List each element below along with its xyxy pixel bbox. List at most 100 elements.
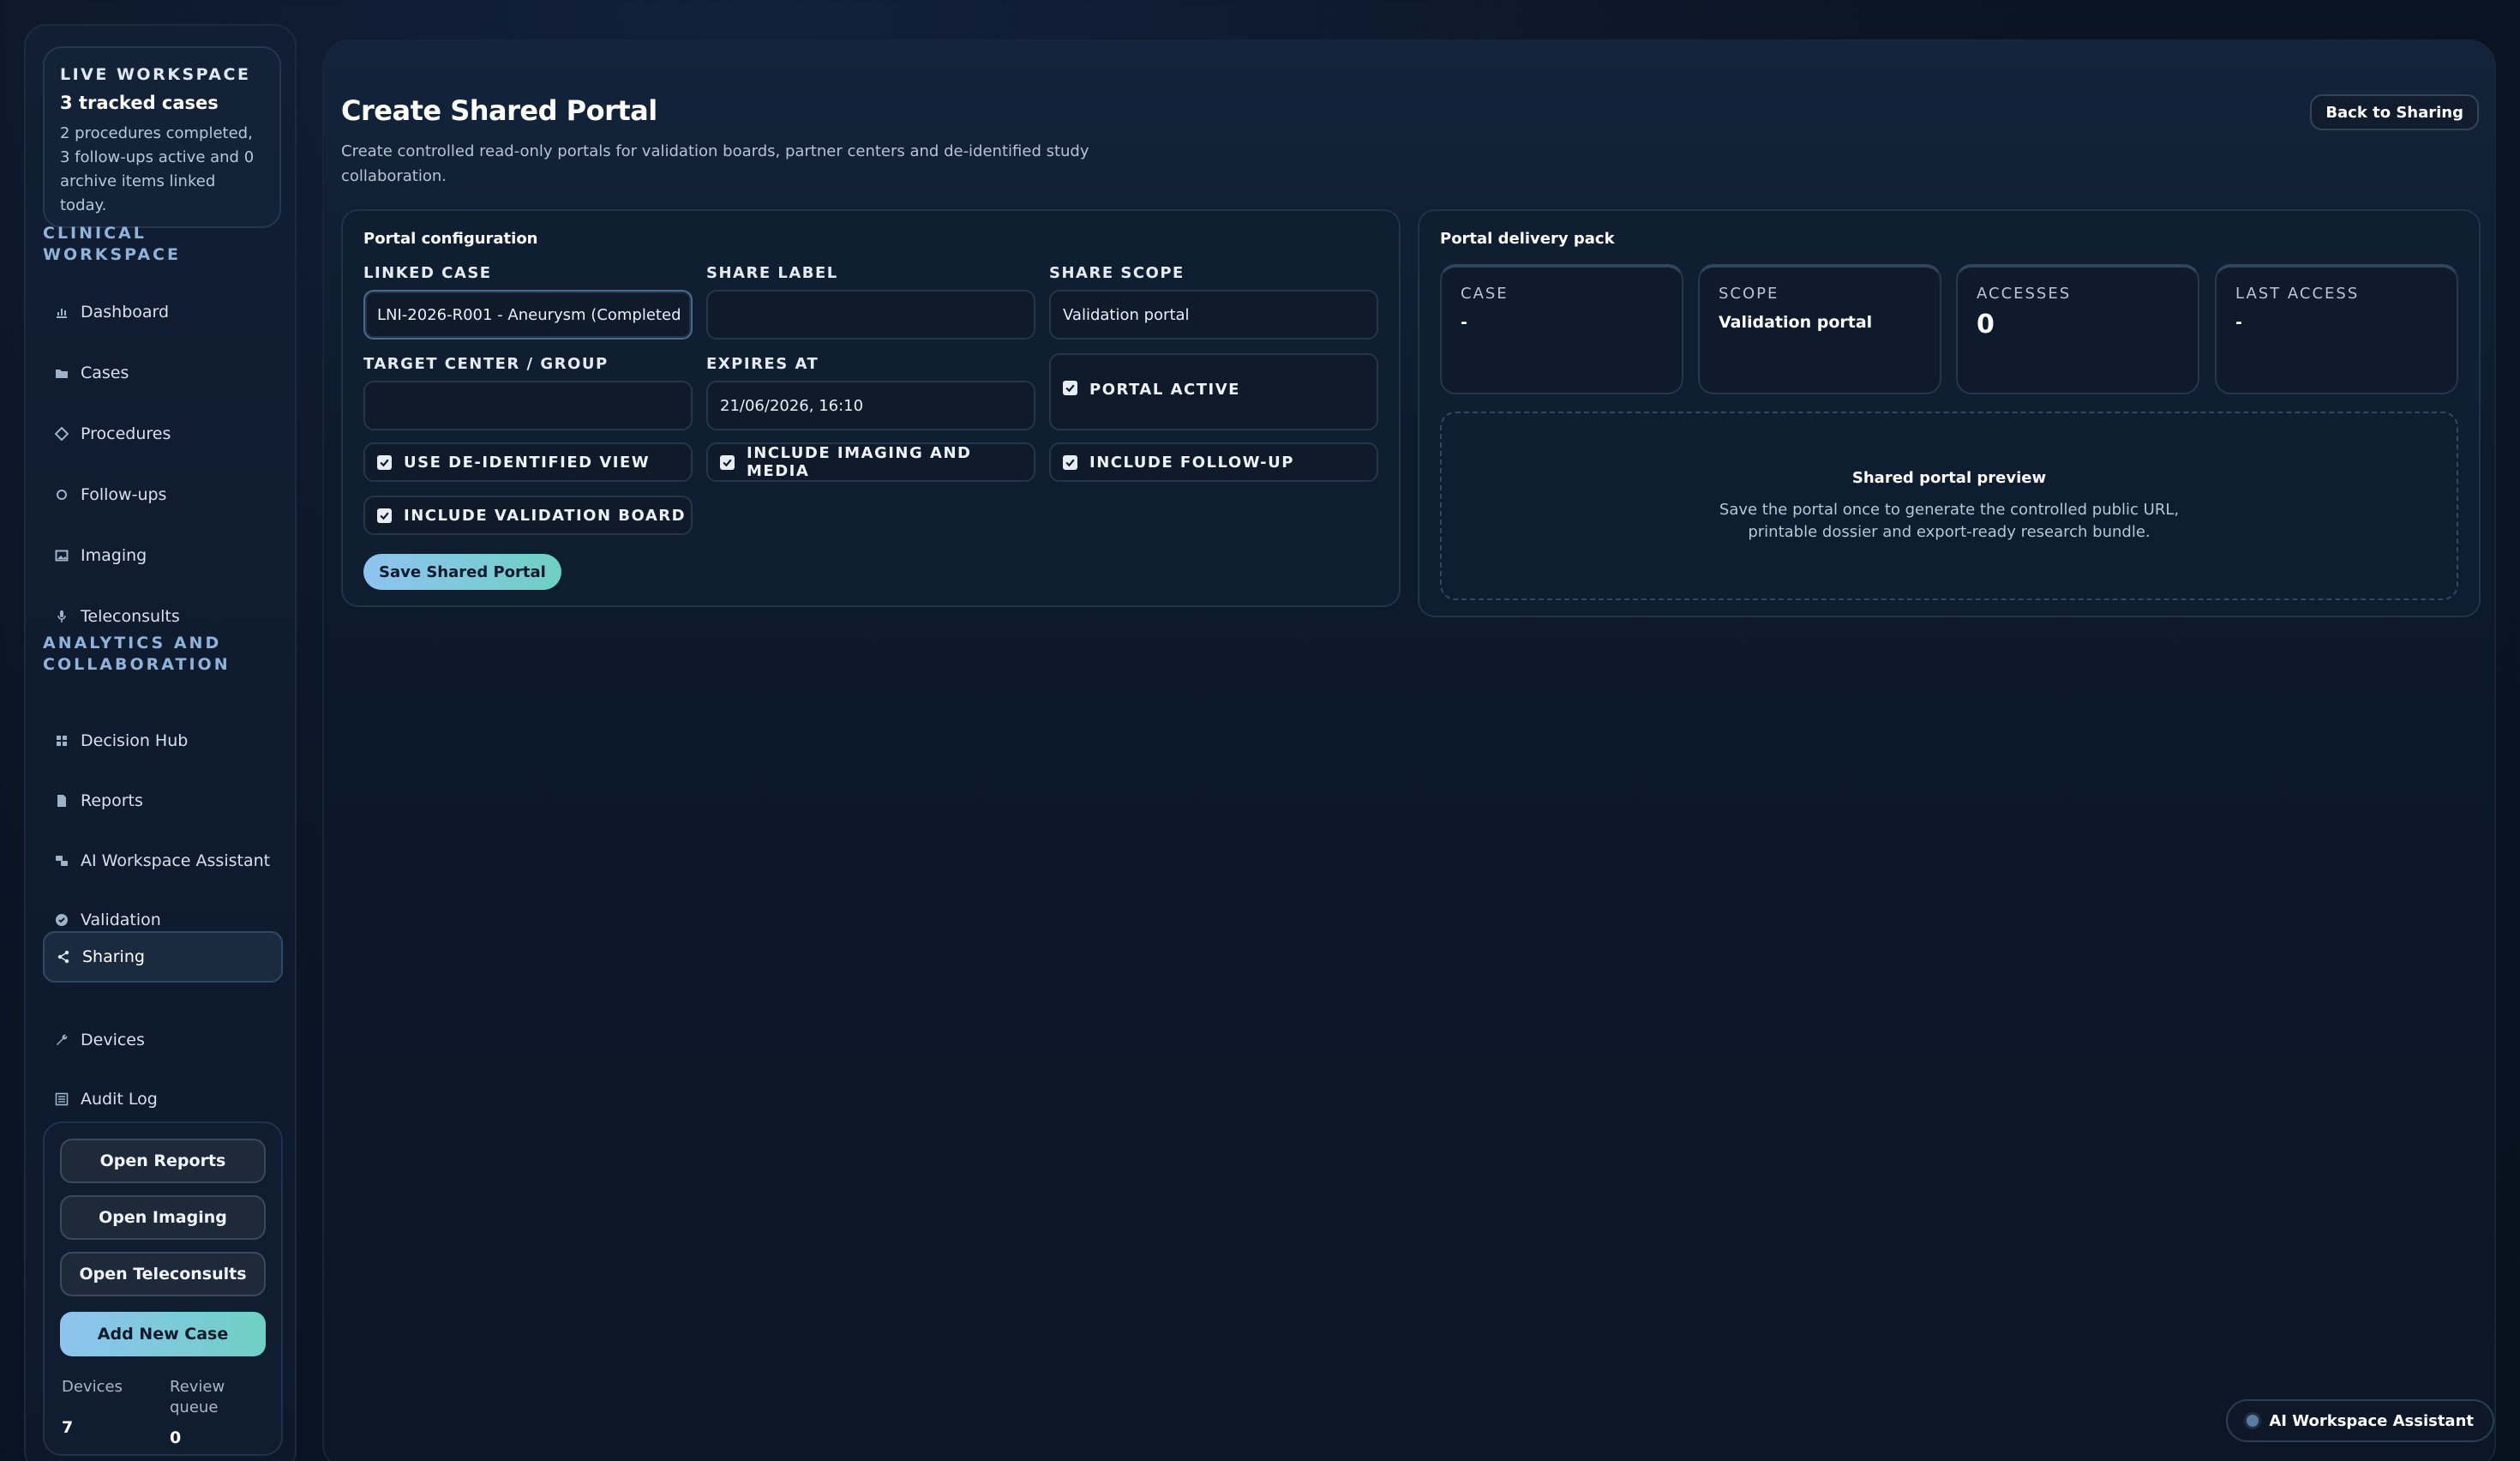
metric-last-access: LAST ACCESS - (2215, 264, 2458, 394)
sidebar-item-procedures[interactable]: Procedures (43, 410, 283, 458)
sidebar-item-label: Validation (81, 911, 161, 929)
portal-configuration-title: Portal configuration (363, 230, 538, 248)
metric-accesses: ACCESSES 0 (1956, 264, 2199, 394)
sidebar-item-ai-workspace-assistant[interactable]: AI Workspace Assistant (43, 837, 283, 885)
quick-actions-card: Open Reports Open Imaging Open Teleconsu… (43, 1121, 283, 1456)
checkbox-label: USE DE-IDENTIFIED VIEW (404, 453, 651, 472)
preview-description: Save the portal once to generate the con… (1719, 500, 2180, 541)
expires-at-label: EXPIRES AT (706, 355, 819, 373)
portal-active-checkbox[interactable]: PORTAL ACTIVE (1049, 353, 1378, 430)
expires-at-input[interactable]: 21/06/2026, 16:10 (706, 381, 1035, 430)
review-queue-stat-value: 0 (170, 1428, 182, 1447)
deidentified-view-checkbox[interactable]: USE DE-IDENTIFIED VIEW (363, 442, 693, 482)
microphone-icon (55, 610, 69, 623)
target-center-input[interactable] (363, 381, 693, 430)
sidebar-item-label: Imaging (81, 546, 147, 565)
share-label-label: SHARE LABEL (706, 264, 838, 282)
open-reports-button[interactable]: Open Reports (60, 1139, 266, 1183)
open-imaging-button[interactable]: Open Imaging (60, 1195, 266, 1240)
devices-stat-label: Devices (62, 1378, 123, 1396)
document-icon (55, 794, 69, 808)
share-scope-select[interactable]: Validation portal (1049, 290, 1378, 340)
ai-workspace-assistant-button[interactable]: AI Workspace Assistant (2226, 1399, 2494, 1442)
main-panel: Create Shared Portal Create controlled r… (322, 39, 2496, 1461)
sidebar-item-label: Cases (81, 364, 129, 382)
tracked-cases-title: 3 tracked cases (60, 93, 219, 113)
include-validation-board-checkbox[interactable]: INCLUDE VALIDATION BOARD (363, 496, 693, 535)
checkbox-checked-icon (1063, 381, 1077, 395)
chart-icon (55, 305, 69, 319)
sidebar: LIVE WORKSPACE 3 tracked cases 2 procedu… (24, 24, 297, 1461)
sidebar-item-reports[interactable]: Reports (43, 777, 283, 825)
sidebar-item-label: Audit Log (81, 1090, 158, 1109)
live-workspace-description: 2 procedures completed, 3 follow-ups act… (60, 124, 255, 214)
metric-value: - (2235, 313, 2242, 332)
linked-case-select[interactable]: LNI-2026-R001 - Aneurysm (Completed (363, 290, 693, 340)
open-teleconsults-button[interactable]: Open Teleconsults (60, 1252, 266, 1296)
shared-portal-preview: Shared portal preview Save the portal on… (1440, 412, 2458, 600)
checkbox-checked-icon (377, 508, 392, 523)
metric-label: CASE (1461, 285, 1509, 303)
sidebar-item-sharing[interactable]: Sharing (43, 931, 283, 983)
sidebar-item-label: Teleconsults (81, 607, 180, 626)
checkbox-label: INCLUDE VALIDATION BOARD (404, 506, 687, 525)
cycle-icon (55, 488, 69, 502)
check-circle-icon (55, 913, 69, 927)
include-follow-up-checkbox[interactable]: INCLUDE FOLLOW-UP (1049, 442, 1378, 482)
portal-delivery-card: Portal delivery pack CASE - SCOPE Valida… (1418, 209, 2481, 617)
ai-assistant-label: AI Workspace Assistant (2269, 1411, 2474, 1430)
live-workspace-card: LIVE WORKSPACE 3 tracked cases 2 procedu… (43, 46, 281, 228)
back-to-sharing-button[interactable]: Back to Sharing (2310, 94, 2479, 130)
portal-delivery-title: Portal delivery pack (1440, 230, 1615, 248)
metric-label: SCOPE (1719, 285, 1779, 303)
metric-value: 0 (1977, 310, 1995, 340)
save-shared-portal-button[interactable]: Save Shared Portal (363, 554, 561, 590)
linked-case-label: LINKED CASE (363, 264, 492, 282)
devices-stat-value: 7 (62, 1418, 74, 1437)
sidebar-item-label: Sharing (82, 947, 145, 966)
sidebar-item-devices[interactable]: Devices (43, 1016, 283, 1064)
checkbox-checked-icon (720, 454, 735, 470)
sidebar-item-imaging[interactable]: Imaging (43, 532, 283, 580)
sidebar-item-label: Follow-ups (81, 485, 167, 504)
preview-title: Shared portal preview (1851, 468, 2047, 487)
metric-value: Validation portal (1719, 313, 1873, 332)
sidebar-item-label: Procedures (81, 424, 171, 443)
live-workspace-eyebrow: LIVE WORKSPACE (60, 65, 251, 84)
checkbox-checked-icon (1063, 454, 1077, 470)
sidebar-item-label: Reports (81, 791, 143, 810)
portal-configuration-card: Portal configuration LINKED CASE LNI-202… (341, 209, 1401, 607)
sidebar-item-dashboard[interactable]: Dashboard (43, 288, 283, 336)
list-icon (55, 1092, 69, 1106)
target-center-label: TARGET CENTER / GROUP (363, 355, 609, 373)
share-label-input[interactable] (706, 290, 1035, 340)
robot-icon (55, 854, 69, 868)
checkbox-checked-icon (377, 454, 392, 470)
include-imaging-checkbox[interactable]: INCLUDE IMAGING AND MEDIA (706, 442, 1035, 482)
sidebar-item-audit-log[interactable]: Audit Log (43, 1075, 283, 1123)
checkbox-label: PORTAL ACTIVE (1089, 381, 1240, 399)
wrench-icon (55, 1033, 69, 1047)
section-analytics-collaboration: ANALYTICS AND COLLABORATION (43, 634, 231, 674)
sidebar-item-cases[interactable]: Cases (43, 349, 283, 397)
page-description: Create controlled read-only portals for … (341, 142, 1089, 185)
metric-label: ACCESSES (1977, 285, 2072, 303)
sidebar-item-label: AI Workspace Assistant (81, 851, 271, 870)
sidebar-item-decision-hub[interactable]: Decision Hub (43, 717, 283, 765)
page-title: Create Shared Portal (341, 94, 657, 127)
metric-case: CASE - (1440, 264, 1683, 394)
review-queue-stat-label: Review queue (170, 1378, 225, 1416)
grid-icon (55, 734, 69, 748)
add-new-case-button[interactable]: Add New Case (60, 1312, 266, 1356)
assistant-status-icon (2247, 1415, 2259, 1427)
sidebar-item-label: Dashboard (81, 303, 170, 322)
metric-value: - (1461, 313, 1467, 332)
sidebar-item-follow-ups[interactable]: Follow-ups (43, 471, 283, 519)
metric-label: LAST ACCESS (2235, 285, 2360, 303)
section-clinical-workspace: CLINICAL WORKSPACE (43, 224, 181, 264)
image-icon (55, 549, 69, 562)
sidebar-item-label: Decision Hub (81, 731, 189, 750)
sidebar-item-label: Devices (81, 1031, 145, 1049)
metric-scope: SCOPE Validation portal (1698, 264, 1941, 394)
checkbox-label: INCLUDE FOLLOW-UP (1089, 453, 1294, 472)
